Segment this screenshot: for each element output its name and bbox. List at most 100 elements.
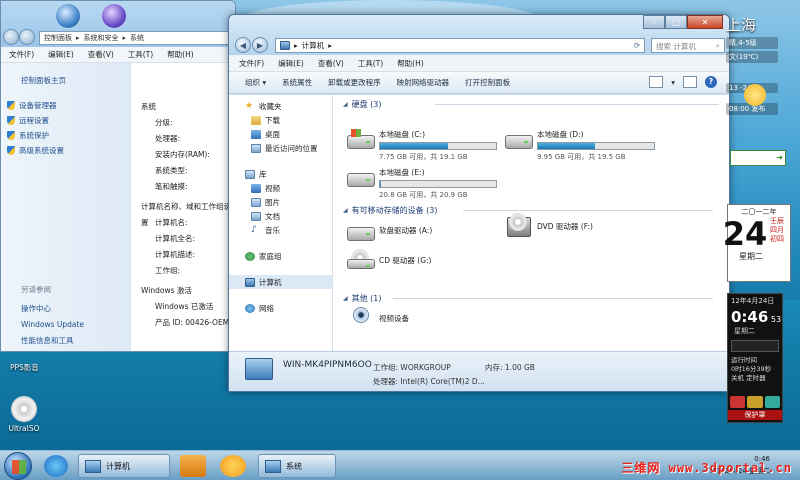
menu-file[interactable]: 文件(F) [239, 58, 264, 69]
breadcrumb-1[interactable]: 控制面板 [44, 33, 72, 43]
power-icon[interactable] [730, 396, 746, 408]
nav-music[interactable]: ♪ 音乐 [229, 223, 332, 237]
action-center-link[interactable]: 操作中心 [21, 301, 84, 317]
clock-date: 12年4月24日 [731, 297, 775, 305]
refresh-icon[interactable]: ⟳ [634, 41, 640, 50]
performance-link[interactable]: 性能信息和工具 [21, 333, 84, 349]
search-gadget[interactable]: ➜ [730, 150, 786, 166]
computer-icon [280, 41, 290, 50]
nav-libraries[interactable]: 库 [229, 167, 332, 181]
activation-status: Windows 已激活 [155, 302, 214, 311]
nav-videos[interactable]: 视频 [229, 181, 332, 195]
drive-space: 20.8 GB 可用，共 20.9 GB [379, 191, 468, 199]
group-header-other[interactable]: ◢ 其他 (1) [343, 291, 723, 305]
group-header-hdd[interactable]: ◢ 硬盘 (3) [343, 97, 729, 111]
clock-buttons [730, 396, 780, 408]
drive-g[interactable]: CD 驱动器 (G:) [347, 249, 431, 271]
search-input[interactable]: 搜索 计算机 ⌕ [651, 38, 725, 53]
pps-desktop-icon[interactable]: PPS影音 [10, 362, 39, 373]
close-button[interactable]: ✕ [687, 15, 723, 29]
menu-tools[interactable]: 工具(T) [358, 58, 383, 69]
system-window-titlebar[interactable]: 控制面板 ▸ 系统和安全 ▸ 系统 [1, 1, 235, 47]
orb-icon[interactable] [55, 3, 81, 29]
organize-button[interactable]: 组织 ▾ [245, 77, 266, 88]
menu-edit[interactable]: 编辑(E) [48, 49, 74, 60]
messenger-icon[interactable] [220, 455, 246, 477]
clock-line[interactable]: 关机 定时器 [728, 374, 782, 383]
drive-c[interactable]: 本地磁盘 (C:) 7.75 GB 可用，共 19.1 GB [347, 129, 497, 162]
forward-arrow-icon[interactable]: ▶ [252, 37, 268, 53]
system-header: 系统 [141, 102, 156, 111]
menu-help[interactable]: 帮助(H) [167, 49, 194, 60]
pps-label: PPS影音 [10, 363, 39, 372]
search-icon[interactable]: ⌕ [716, 41, 720, 50]
menu-edit[interactable]: 编辑(E) [278, 58, 304, 69]
lock-icon[interactable] [764, 396, 780, 408]
desktop-icon [251, 129, 261, 139]
view-options-icon[interactable] [649, 76, 664, 88]
address-bar[interactable]: ▸ 计算机 ▸ ⟳ [275, 38, 645, 53]
nav-label: 图片 [265, 197, 280, 207]
view-chevron-icon[interactable]: ▾ [671, 78, 675, 87]
drive-e[interactable]: 本地磁盘 (E:) 20.8 GB 可用，共 20.9 GB [347, 167, 497, 200]
drive-a[interactable]: 软盘驱动器 (A:) [347, 219, 432, 241]
drive-f[interactable]: DVD 驱动器 (F:) [505, 213, 593, 237]
help-icon[interactable]: ? [705, 76, 717, 88]
video-device[interactable]: 视频设备 [347, 307, 409, 329]
taskbar-computer[interactable]: 计算机 [78, 454, 170, 478]
nav-computer[interactable]: 计算机 [229, 275, 332, 289]
uninstall-program-button[interactable]: 卸载或更改程序 [328, 77, 381, 88]
open-control-panel-button[interactable]: 打开控制面板 [465, 77, 510, 88]
weather-line2: 文(19℃) [726, 51, 778, 63]
nav-downloads[interactable]: 下载 [229, 113, 332, 127]
nav-recent[interactable]: 最近访问的位置 [229, 141, 332, 155]
nav-homegroup[interactable]: 家庭组 [229, 249, 332, 263]
settings-icon[interactable] [747, 396, 763, 408]
breadcrumb-3[interactable]: 系统 [130, 33, 144, 43]
computer-window-titlebar[interactable]: – □ ✕ ◀ ▶ ▸ 计算机 ▸ ⟳ 搜索 计算机 ⌕ [229, 15, 729, 55]
menu-view[interactable]: 查看(V) [318, 58, 344, 69]
nav-network[interactable]: 网络 [229, 301, 332, 315]
start-button[interactable] [4, 452, 32, 480]
system-window[interactable]: 控制面板 ▸ 系统和安全 ▸ 系统 文件(F) 编辑(E) 查看(V) 工具(T) … [0, 0, 236, 352]
nav-documents[interactable]: 文档 [229, 209, 332, 223]
maximize-button[interactable]: □ [665, 15, 687, 29]
advanced-settings-link[interactable]: 高级系统设置 [7, 143, 131, 158]
clock-gadget[interactable]: 12年4月24日 0:46 53 星期二 运行时间 0时16分39秒 关机 定时… [727, 293, 783, 423]
minimize-button[interactable]: – [643, 15, 665, 29]
nav-favorites[interactable]: ★ 收藏夹 [229, 99, 332, 113]
music-icon: ♪ [251, 225, 257, 235]
taskbar-system[interactable]: 系统 [258, 454, 336, 478]
menu-file[interactable]: 文件(F) [9, 49, 34, 60]
drive-d[interactable]: 本地磁盘 (D:) 9.95 GB 可用，共 19.5 GB [505, 129, 655, 162]
back-button[interactable] [3, 29, 19, 45]
menu-tools[interactable]: 工具(T) [128, 49, 153, 60]
drive-name: 本地磁盘 (E:) [379, 168, 425, 177]
address-bar[interactable]: 控制面板 ▸ 系统和安全 ▸ 系统 [39, 31, 231, 45]
calendar-gadget[interactable]: 二〇一二年 24 壬辰四月初四 星期二 [723, 204, 791, 282]
forward-button[interactable] [19, 29, 35, 45]
map-network-drive-button[interactable]: 映射网络驱动器 [397, 77, 450, 88]
computer-window[interactable]: – □ ✕ ◀ ▶ ▸ 计算机 ▸ ⟳ 搜索 计算机 ⌕ 文件(F) 编辑(E) … [228, 14, 730, 392]
control-panel-home-link[interactable]: 控制面板主页 [7, 73, 131, 88]
menu-help[interactable]: 帮助(H) [397, 58, 424, 69]
preview-pane-icon[interactable] [683, 76, 697, 88]
orb-icon-2[interactable] [101, 3, 127, 29]
system-properties-button[interactable]: 系统属性 [282, 77, 312, 88]
remote-settings-link[interactable]: 远程设置 [7, 113, 131, 128]
internet-explorer-icon[interactable] [44, 455, 68, 477]
nav-desktop[interactable]: 桌面 [229, 127, 332, 141]
weather-gadget[interactable]: 上海 晴,4-5级 文(19℃) 13 -24℃ 08:00 发布 [726, 14, 778, 124]
nav-pictures[interactable]: 图片 [229, 195, 332, 209]
go-arrow-icon[interactable]: ➜ [776, 153, 783, 162]
menu-view[interactable]: 查看(V) [88, 49, 114, 60]
system-protection-link[interactable]: 系统保护 [7, 128, 131, 143]
clock-footer[interactable]: 保护罩 [728, 410, 782, 420]
ultraiso-desktop-icon[interactable]: UltraISO [4, 396, 44, 433]
breadcrumb-2[interactable]: 系统和安全 [84, 33, 119, 43]
back-arrow-icon[interactable]: ◀ [235, 37, 251, 53]
media-player-icon[interactable] [180, 455, 206, 477]
clock-lines: 运行时间 0时16分39秒 关机 定时器 [728, 356, 782, 383]
device-manager-link[interactable]: 设备管理器 [7, 98, 131, 113]
windows-update-link[interactable]: Windows Update [21, 317, 84, 333]
